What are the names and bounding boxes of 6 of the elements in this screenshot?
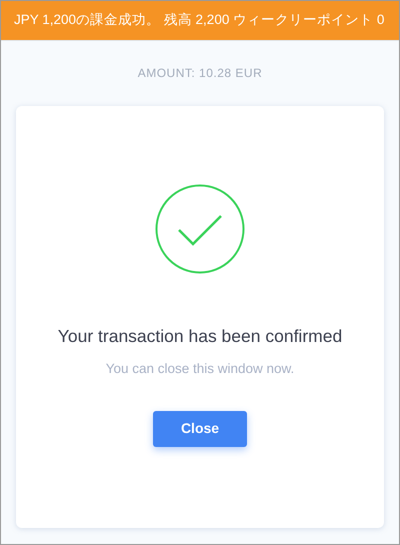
checkmark-icon — [155, 184, 245, 274]
banner-text: JPY 1,200の課金成功。 残高 2,200 ウィークリーポイント 0 — [14, 11, 384, 30]
amount-label: AMOUNT: 10.28 EUR — [138, 65, 262, 82]
confirmation-subtitle: You can close this window now. — [106, 360, 294, 378]
confirmation-title: Your transaction has been confirmed — [58, 325, 342, 348]
close-button[interactable]: Close — [153, 410, 247, 446]
